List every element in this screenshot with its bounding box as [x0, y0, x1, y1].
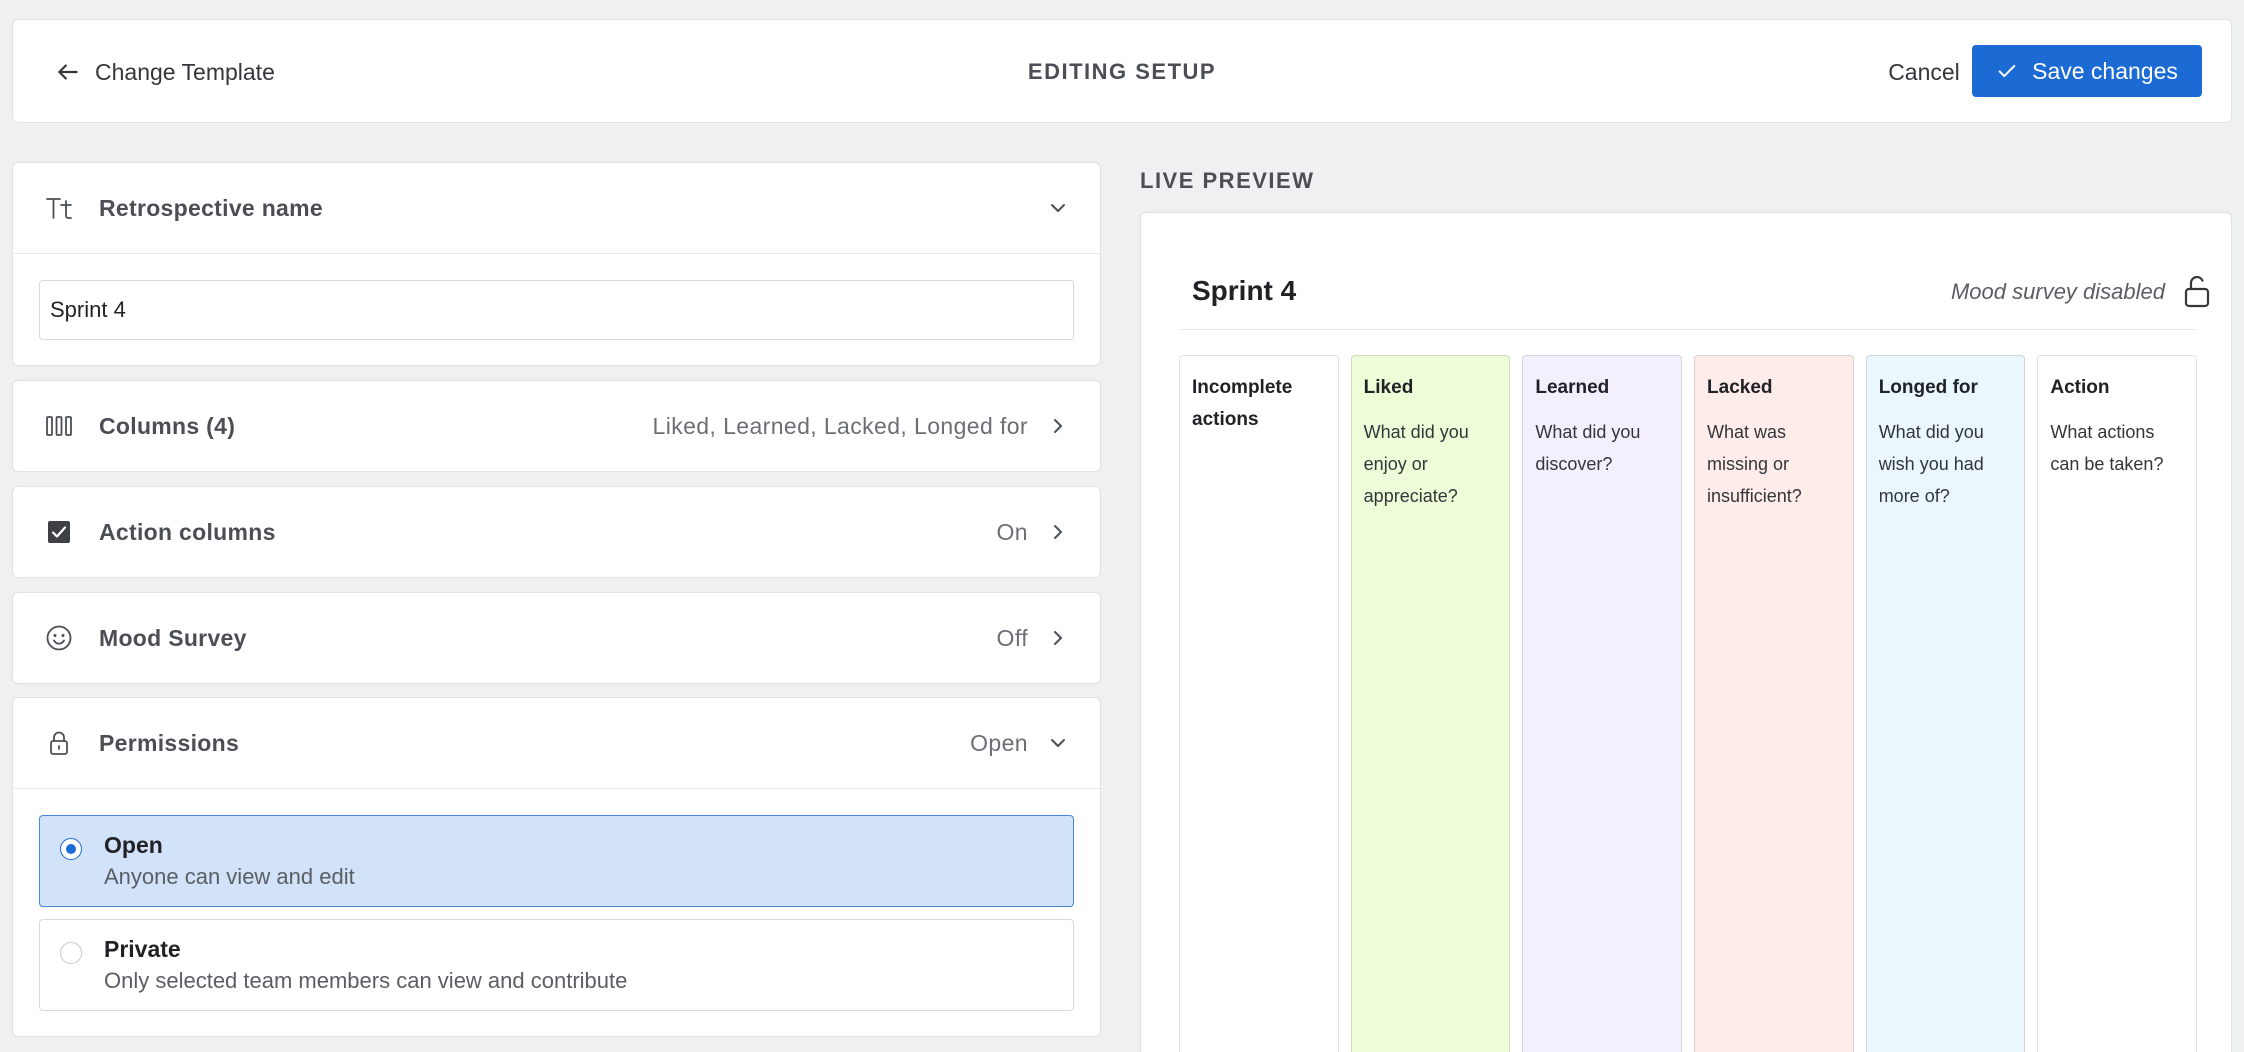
columns-label: Columns (4) [99, 412, 236, 439]
mood-survey-value: Off [996, 624, 1028, 651]
permission-option-title: Open [104, 832, 163, 858]
mood-survey-row[interactable]: Mood Survey Off [13, 593, 1100, 683]
preview-column-title: Learned [1535, 377, 1610, 398]
permissions-toggle[interactable]: Permissions Open [13, 698, 1100, 788]
save-changes-button[interactable]: Save changes [1972, 45, 2202, 97]
preview-column: Learned What did you discover? [1522, 355, 1683, 1052]
radio-unselected-icon [60, 942, 82, 964]
preview-column-description: What was missing or insufficient? [1707, 422, 1802, 506]
radio-selected-icon [60, 838, 82, 860]
mood-survey-status: Mood survey disabled [1950, 279, 2165, 304]
permission-option-description: Only selected team members can view and … [104, 968, 628, 993]
chevron-down-icon [1051, 739, 1065, 747]
action-columns-label: Action columns [99, 518, 276, 545]
permission-option-private[interactable]: Private Only selected team members can v… [39, 919, 1074, 1011]
preview-column-description: What did you discover? [1535, 422, 1641, 474]
permissions-panel: Permissions Open Open Anyone can view an… [12, 697, 1101, 1037]
permission-option-open[interactable]: Open Anyone can view and edit [39, 815, 1074, 907]
live-preview-heading: LIVE PREVIEW [1140, 168, 1315, 193]
action-columns-row[interactable]: Action columns On [13, 487, 1100, 577]
columns-panel: Columns (4) Liked, Learned, Lacked, Long… [12, 380, 1101, 472]
preview-column-title: Action [2050, 377, 2110, 398]
preview-column-title: Liked [1363, 377, 1414, 398]
action-columns-value: On [996, 518, 1028, 545]
arrow-left-icon [58, 64, 78, 80]
cancel-button[interactable]: Cancel [1869, 20, 1979, 124]
live-preview-card: Sprint 4 Mood survey disabled Incomplete… [1140, 212, 2232, 1052]
preview-column: Liked What did you enjoy or appreciate? [1350, 355, 1511, 1052]
mood-survey-panel: Mood Survey Off [12, 592, 1101, 684]
text-size-icon [43, 192, 75, 224]
columns-row[interactable]: Columns (4) Liked, Learned, Lacked, Long… [13, 381, 1100, 471]
preview-column-title: Longed for [1878, 377, 1978, 398]
columns-icon [43, 410, 75, 442]
preview-column-description: What did you enjoy or appreciate? [1363, 422, 1469, 506]
lock-icon [43, 727, 75, 759]
preview-column: Action What actions can be taken? [2037, 355, 2198, 1052]
permissions-value: Open [970, 729, 1028, 756]
checkbox-checked-icon [43, 516, 75, 548]
retrospective-name-toggle[interactable]: Retrospective name [13, 163, 1100, 253]
permission-option-description: Anyone can view and edit [104, 864, 355, 889]
preview-column: Incomplete actions [1179, 355, 1339, 1052]
unlocked-icon [2184, 275, 2210, 308]
preview-divider [1179, 329, 2197, 330]
change-template-link[interactable]: Change Template [55, 20, 275, 124]
permissions-label: Permissions [99, 729, 240, 756]
preview-column: Lacked What was missing or insufficient? [1694, 355, 1854, 1052]
retrospective-name-label: Retrospective name [99, 194, 323, 221]
chevron-right-icon [1054, 419, 1062, 433]
top-bar: Change Template EDITING SETUP Cancel Sav… [12, 19, 2232, 123]
chevron-right-icon [1054, 631, 1062, 645]
save-changes-label: Save changes [2032, 57, 2178, 84]
preview-board-title: Sprint 4 [1192, 275, 1297, 306]
action-columns-panel: Action columns On [12, 486, 1101, 578]
preview-column-title: Incomplete actions [1192, 377, 1293, 430]
preview-column-description: What did you wish you had more of? [1878, 422, 1984, 506]
preview-column-title: Lacked [1707, 377, 1773, 398]
preview-columns: Incomplete actions Liked What did you en… [1179, 355, 2198, 1052]
chevron-down-icon [1051, 204, 1065, 212]
chevron-right-icon [1054, 525, 1062, 539]
change-template-label: Change Template [95, 58, 275, 85]
retrospective-name-panel: Retrospective name Sprint 4 [12, 162, 1101, 366]
columns-value: Liked, Learned, Lacked, Longed for [652, 412, 1028, 439]
permission-option-title: Private [104, 936, 181, 962]
preview-column-description: What actions can be taken? [2050, 422, 2164, 474]
smiley-icon [43, 622, 75, 654]
mood-survey-label: Mood Survey [99, 624, 247, 651]
retrospective-name-input[interactable]: Sprint 4 [39, 280, 1074, 340]
divider [13, 253, 1100, 254]
preview-column: Longed for What did you wish you had mor… [1865, 355, 2026, 1052]
checkmark-icon [1998, 64, 2016, 78]
